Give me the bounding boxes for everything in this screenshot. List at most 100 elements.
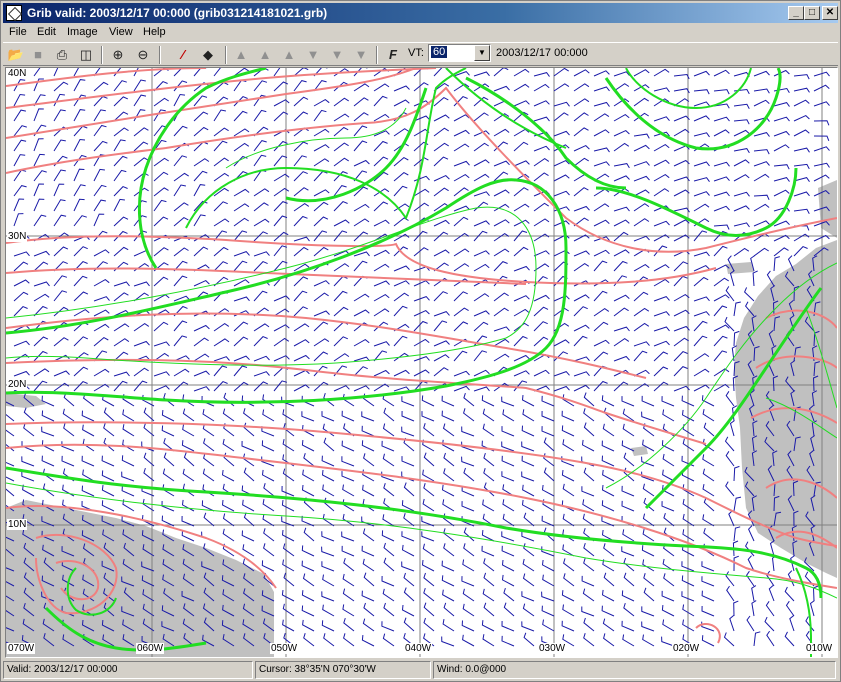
- wind-barb: [202, 468, 215, 482]
- wind-barb: [483, 468, 495, 482]
- wind-barb: [702, 468, 715, 482]
- wind-barb: [242, 544, 255, 557]
- vt-select[interactable]: 60 ▼: [428, 44, 491, 62]
- print-icon[interactable]: ⎙: [52, 45, 72, 65]
- fast-forward-icon[interactable]: ▼: [327, 45, 347, 65]
- wind-barb: [121, 471, 135, 482]
- wind-barb: [443, 602, 455, 617]
- wind-barb: [113, 338, 130, 347]
- menu-help[interactable]: Help: [143, 26, 166, 38]
- wind-barb: [393, 369, 410, 377]
- menu-file[interactable]: File: [9, 26, 27, 38]
- wind-barb: [481, 395, 495, 407]
- wind-barb: [673, 115, 690, 122]
- wind-barb: [293, 369, 310, 377]
- wind-barb: [363, 602, 375, 617]
- wind-barb: [753, 631, 761, 647]
- wind-barb: [481, 620, 495, 632]
- wind-barb: [113, 198, 125, 212]
- wind-barb: [553, 295, 570, 302]
- wind-barb: [473, 112, 489, 122]
- map-canvas[interactable]: [6, 68, 837, 657]
- app-icon[interactable]: [6, 5, 22, 21]
- zoom-in-icon[interactable]: ⊕: [108, 45, 128, 65]
- wind-barb: [482, 588, 495, 602]
- wind-barb: [573, 384, 590, 392]
- wind-barb: [521, 499, 535, 512]
- wind-barb: [613, 307, 629, 317]
- wind-barb: [633, 203, 650, 212]
- wind-barb: [573, 356, 590, 362]
- wind-barb: [501, 396, 515, 407]
- close-button[interactable]: ✕: [822, 6, 838, 20]
- wind-barb: [133, 281, 150, 287]
- save-icon[interactable]: ■: [28, 45, 48, 65]
- pen-icon[interactable]: ∕: [173, 45, 193, 65]
- wind-barb: [401, 531, 415, 542]
- lon-label-050w: 050W: [270, 643, 299, 654]
- wind-barb: [793, 191, 810, 197]
- wind-barb: [73, 336, 89, 347]
- wind-barb: [343, 633, 355, 647]
- wind-barb: [413, 280, 430, 287]
- wind-barb: [583, 633, 595, 647]
- minimize-button[interactable]: _: [788, 6, 804, 20]
- delete-icon[interactable]: ◫: [76, 45, 96, 65]
- maximize-button[interactable]: □: [804, 6, 820, 20]
- wind-barb: [113, 169, 127, 182]
- wind-barb: [673, 309, 690, 317]
- wind-barb: [513, 187, 529, 197]
- title-bar[interactable]: Grib valid: 2003/12/17 00:000 (grib03121…: [3, 3, 838, 23]
- menu-image[interactable]: Image: [67, 26, 98, 38]
- wind-barb: [113, 246, 129, 257]
- wind-barb: [143, 452, 155, 467]
- wind-barb: [793, 233, 810, 242]
- wind-barb: [113, 96, 129, 107]
- wind-barb: [713, 191, 730, 197]
- wind-barb: [621, 620, 635, 632]
- back-icon[interactable]: ▲: [279, 45, 299, 65]
- wind-barb: [593, 101, 610, 107]
- diamond-icon[interactable]: ◆: [198, 45, 218, 65]
- wind-barb: [113, 380, 128, 392]
- wind-barb: [233, 110, 248, 122]
- wind-barb: [733, 174, 750, 182]
- wind-barb: [653, 116, 670, 122]
- wind-barb: [193, 68, 208, 77]
- wind-barb: [213, 157, 229, 167]
- open-icon[interactable]: 📂: [6, 45, 26, 65]
- wind-barb: [282, 439, 295, 452]
- wind-barb: [422, 498, 435, 512]
- vt-label: VT:: [408, 47, 424, 59]
- fast-back-icon[interactable]: ▲: [255, 45, 275, 65]
- wind-barb: [421, 395, 435, 407]
- chevron-down-icon[interactable]: ▼: [474, 45, 490, 61]
- wind-barb: [473, 293, 490, 302]
- wind-barb: [613, 249, 630, 257]
- wind-barb: [473, 250, 490, 257]
- wind-barb-icon[interactable]: F: [383, 45, 403, 65]
- menu-view[interactable]: View: [109, 26, 133, 38]
- wind-barb: [661, 501, 675, 512]
- wind-barb: [73, 184, 86, 197]
- wind-barb: [561, 425, 575, 437]
- wind-barb: [768, 585, 775, 602]
- wind-barb: [333, 353, 350, 362]
- forward-icon[interactable]: ▼: [303, 45, 323, 65]
- wind-barb: [353, 260, 368, 272]
- wind-barb: [261, 560, 275, 572]
- first-frame-icon[interactable]: ▲: [231, 45, 251, 65]
- wind-barb: [442, 423, 455, 437]
- wind-barb: [713, 89, 730, 95]
- wind-barb: [725, 451, 735, 467]
- zoom-out-icon[interactable]: ⊖: [133, 45, 153, 65]
- wind-barb: [643, 587, 655, 602]
- last-frame-icon[interactable]: ▼: [351, 45, 371, 65]
- wind-barb: [702, 409, 715, 422]
- weather-map[interactable]: 40N 30N 20N 10N 070W 060W 050W 040W 030W…: [5, 67, 838, 658]
- menu-edit[interactable]: Edit: [37, 26, 56, 38]
- wind-barb: [73, 138, 86, 152]
- wind-barb: [533, 100, 550, 107]
- wind-barb: [789, 615, 795, 632]
- wind-barb: [213, 127, 229, 137]
